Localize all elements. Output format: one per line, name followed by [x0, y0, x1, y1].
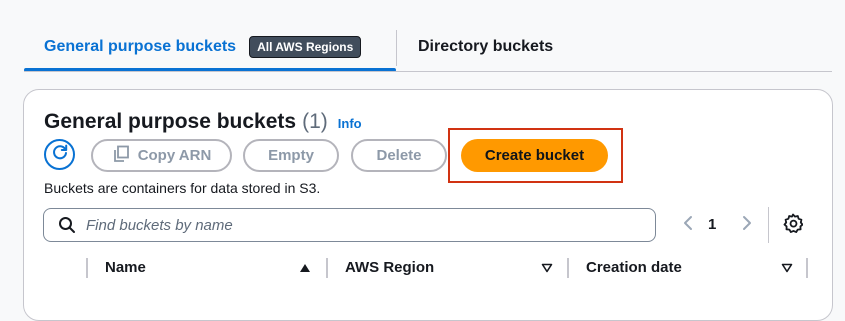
table-preferences-button[interactable] [782, 213, 804, 238]
panel-title: General purpose buckets [44, 110, 297, 133]
copy-arn-button[interactable]: Copy ARN [91, 139, 232, 172]
empty-button[interactable]: Empty [243, 139, 339, 172]
column-separator[interactable] [86, 258, 88, 278]
panel-description: Buckets are containers for data stored i… [44, 180, 321, 196]
column-separator[interactable] [806, 258, 808, 278]
refresh-icon [51, 143, 69, 166]
tab-general-purpose-label: General purpose buckets [44, 38, 237, 55]
chevron-right-icon [742, 215, 752, 236]
tab-divider [396, 30, 397, 66]
chevron-left-icon [683, 215, 693, 236]
bucket-count: (1) [302, 110, 328, 133]
search-box [43, 208, 656, 242]
column-separator[interactable] [326, 258, 328, 278]
copy-arn-label: Copy ARN [137, 147, 212, 164]
gear-icon [783, 213, 804, 238]
sort-descending-icon[interactable] [540, 262, 554, 274]
create-bucket-button[interactable]: Create bucket [461, 139, 608, 172]
bucket-type-tabs: General purpose buckets All AWS Regions … [0, 0, 845, 73]
column-separator[interactable] [567, 258, 569, 278]
info-link[interactable]: Info [338, 116, 362, 131]
all-regions-badge: All AWS Regions [249, 36, 362, 58]
search-icon [58, 216, 76, 234]
column-header-name[interactable]: Name [105, 259, 146, 276]
previous-page-button[interactable] [679, 214, 697, 236]
sort-ascending-icon[interactable] [298, 262, 312, 274]
copy-icon [112, 145, 130, 167]
refresh-button[interactable] [44, 139, 75, 170]
search-input[interactable] [84, 215, 628, 235]
current-page-number[interactable]: 1 [708, 216, 716, 233]
delete-button[interactable]: Delete [351, 139, 447, 172]
tab-general-purpose-buckets[interactable]: General purpose buckets All AWS Regions [24, 24, 362, 70]
tab-baseline [24, 71, 832, 72]
panel-header: General purpose buckets (1) Info [44, 110, 362, 134]
column-header-creation-date[interactable]: Creation date [586, 259, 682, 276]
tab-directory-buckets[interactable]: Directory buckets [418, 24, 553, 70]
column-header-aws-region[interactable]: AWS Region [345, 259, 434, 276]
next-page-button[interactable] [738, 214, 756, 236]
pagination-divider [768, 207, 769, 243]
sort-descending-icon[interactable] [780, 262, 794, 274]
